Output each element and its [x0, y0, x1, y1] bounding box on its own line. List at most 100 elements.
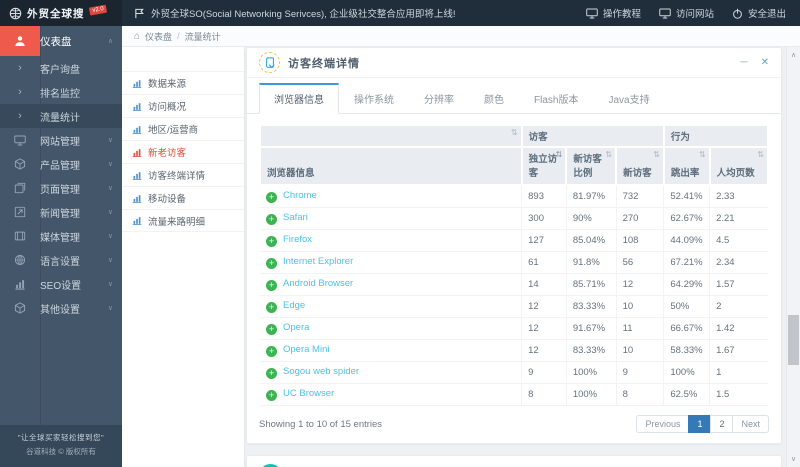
- subnav-item-移动设备[interactable]: 移动设备: [122, 186, 244, 209]
- table-row: + Opera 12 91.67% 11 66.67% 1.42: [260, 317, 768, 340]
- sidebar-item-dashboard[interactable]: 仪表盘 ∧: [0, 26, 122, 56]
- value-cell: 2.21: [709, 207, 768, 230]
- topbar-menu-访问网站[interactable]: 访问网站: [659, 6, 714, 20]
- subnav-item-地区/运营商[interactable]: 地区/运营商: [122, 117, 244, 140]
- browser-name-link[interactable]: Chrome: [283, 190, 317, 201]
- sort-icon[interactable]: ⇅: [653, 150, 660, 159]
- tab-分辨率[interactable]: 分辨率: [409, 83, 469, 114]
- version-badge: v2.0: [88, 4, 107, 16]
- chevron-down-icon: ∨: [107, 305, 113, 312]
- value-cell: 83.33%: [566, 339, 617, 362]
- page-2[interactable]: 2: [710, 415, 734, 433]
- sidebar-item-媒体管理[interactable]: 媒体管理 ∨: [0, 224, 122, 248]
- column-header-新访客[interactable]: 新访客 ⇅: [615, 146, 665, 186]
- tab-颜色[interactable]: 颜色: [469, 83, 519, 114]
- expand-plus-icon[interactable]: +: [266, 324, 277, 335]
- value-cell: 14: [521, 273, 567, 296]
- page-next[interactable]: Next: [732, 415, 769, 433]
- browser-name-link[interactable]: Safari: [283, 212, 308, 223]
- sort-icon[interactable]: ⇅: [556, 150, 563, 159]
- sort-icon[interactable]: ⇅: [699, 150, 706, 159]
- tab-浏览器信息[interactable]: 浏览器信息: [259, 83, 339, 114]
- browser-name-link[interactable]: Sogou web spider: [283, 366, 359, 377]
- column-header-人均页数[interactable]: 人均页数 ⇅: [708, 146, 770, 186]
- sidebar-item-label: 产品管理: [40, 160, 80, 172]
- chevron-right-icon: ›: [18, 62, 22, 74]
- sidebar-subitem-label: 流量统计: [40, 112, 80, 124]
- table-group-header-row: ⇅ 访客 行为: [259, 124, 770, 148]
- subnav-item-访问概况[interactable]: 访问概况: [122, 94, 244, 117]
- browser-name-link[interactable]: Firefox: [283, 234, 312, 245]
- expand-plus-icon[interactable]: +: [266, 280, 277, 291]
- browser-name-link[interactable]: Opera Mini: [283, 344, 329, 355]
- value-cell: 2.33: [709, 185, 768, 208]
- sort-icon[interactable]: ⇅: [605, 150, 612, 159]
- subnav-item-访客终端详情[interactable]: 访客终端详情: [122, 163, 244, 186]
- vertical-scrollbar[interactable]: ∧ ∨: [786, 47, 800, 467]
- sidebar-item-网站管理[interactable]: 网站管理 ∨: [0, 128, 122, 152]
- expand-plus-icon[interactable]: +: [266, 368, 277, 379]
- tab-Java支持[interactable]: Java支持: [593, 83, 664, 114]
- browser-cell: + Sogou web spider: [260, 361, 523, 384]
- chevron-right-icon: ›: [18, 86, 22, 98]
- sidebar: 仪表盘 ∧ › 客户询盘 › 排名监控 › 流量统计 网站管理 ∨ 产品管理 ∨ 页面管理 ∨ 新闻管…: [0, 26, 122, 467]
- browser-name-link[interactable]: Android Browser: [283, 278, 353, 289]
- column-header-新访客比例[interactable]: 新访客比例 ⇅: [565, 146, 618, 186]
- sort-icon[interactable]: ⇅: [511, 128, 518, 137]
- panel-title: 访客终端详情: [288, 57, 360, 70]
- user-icon: [0, 26, 40, 56]
- scroll-down-icon[interactable]: ∨: [787, 455, 800, 463]
- value-cell: 52.41%: [663, 185, 711, 208]
- subnav-item-数据来源[interactable]: 数据来源: [122, 71, 244, 94]
- browser-name-link[interactable]: Edge: [283, 300, 305, 311]
- subnav-item-流量来路明细[interactable]: 流量来路明细: [122, 209, 244, 232]
- expand-plus-icon[interactable]: +: [266, 236, 277, 247]
- sidebar-item-语言设置[interactable]: 语言设置 ∨: [0, 248, 122, 272]
- browser-cell: + UC Browser: [260, 383, 523, 406]
- page-1[interactable]: 1: [688, 415, 712, 433]
- mobile-devices-panel: 移动设备 ─ ✕: [246, 455, 782, 467]
- expand-plus-icon[interactable]: +: [266, 192, 277, 203]
- column-header-独立访客[interactable]: 独立访客 ⇅: [520, 146, 568, 186]
- sidebar-item-label: 媒体管理: [40, 232, 80, 244]
- sidebar-main-items: 网站管理 ∨ 产品管理 ∨ 页面管理 ∨ 新闻管理 ∨ 媒体管理 ∨ 语言设置 ∨ SEO设置 ∨ 其他设置…: [0, 128, 122, 320]
- value-cell: 108: [616, 229, 665, 252]
- expand-plus-icon[interactable]: +: [266, 302, 277, 313]
- subnav-item-新老访客[interactable]: 新老访客: [122, 140, 244, 163]
- browser-name-link[interactable]: UC Browser: [283, 388, 334, 399]
- sort-icon[interactable]: ⇅: [757, 150, 764, 159]
- browser-name-link[interactable]: Opera: [283, 322, 309, 333]
- sidebar-slogan: "让全球买家轻松搜到您": [17, 433, 105, 442]
- value-cell: 83.33%: [566, 295, 617, 318]
- column-header-跳出率[interactable]: 跳出率 ⇅: [662, 146, 711, 186]
- sidebar-item-新闻管理[interactable]: 新闻管理 ∨: [0, 200, 122, 224]
- sidebar-item-产品管理[interactable]: 产品管理 ∨: [0, 152, 122, 176]
- page-previous[interactable]: Previous: [636, 415, 690, 433]
- close-icon[interactable]: ✕: [761, 57, 769, 68]
- topbar-menu-label: 安全退出: [747, 9, 786, 20]
- value-cell: 90%: [566, 207, 617, 230]
- tab-操作系统[interactable]: 操作系统: [339, 83, 409, 114]
- sidebar-subitem-流量统计[interactable]: › 流量统计: [0, 104, 122, 128]
- sidebar-subitem-排名监控[interactable]: › 排名监控: [0, 80, 122, 104]
- minimize-icon[interactable]: ─: [741, 57, 748, 68]
- expand-plus-icon[interactable]: +: [266, 390, 277, 401]
- sidebar-subitem-客户询盘[interactable]: › 客户询盘: [0, 56, 122, 80]
- sidebar-item-SEO设置[interactable]: SEO设置 ∨: [0, 272, 122, 296]
- topbar-menu-安全退出[interactable]: 安全退出: [732, 6, 786, 20]
- sidebar-dashboard-label: 仪表盘: [40, 35, 72, 48]
- scrollbar-thumb[interactable]: [788, 315, 799, 365]
- sidebar-item-页面管理[interactable]: 页面管理 ∨: [0, 176, 122, 200]
- breadcrumb-dashboard[interactable]: 仪表盘: [145, 30, 172, 43]
- expand-plus-icon[interactable]: +: [266, 346, 277, 357]
- sidebar-item-其他设置[interactable]: 其他设置 ∨: [0, 296, 122, 320]
- topbar-menu-操作教程[interactable]: 操作教程: [586, 6, 641, 20]
- tab-Flash版本[interactable]: Flash版本: [519, 83, 593, 114]
- panel-header: 访客终端详情 ─ ✕: [247, 48, 781, 78]
- scroll-up-icon[interactable]: ∧: [787, 51, 800, 59]
- browser-name-link[interactable]: Internet Explorer: [283, 256, 353, 267]
- expand-plus-icon[interactable]: +: [266, 258, 277, 269]
- expand-plus-icon[interactable]: +: [266, 214, 277, 225]
- app-logo[interactable]: 外贸全球搜 v2.0: [0, 0, 122, 26]
- value-cell: 67.21%: [663, 251, 711, 274]
